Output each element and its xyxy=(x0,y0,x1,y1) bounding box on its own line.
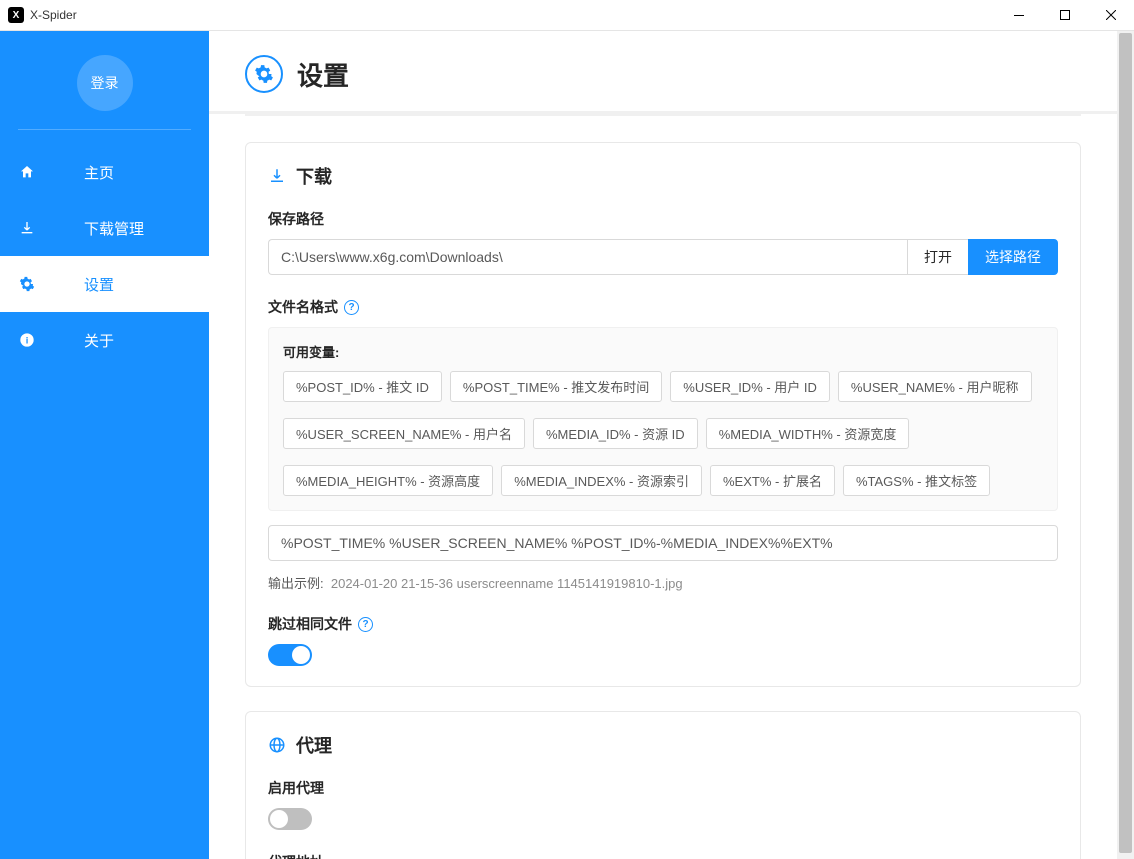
filename-format-input[interactable] xyxy=(268,525,1058,561)
help-icon[interactable]: ? xyxy=(344,300,359,315)
variable-tag[interactable]: %MEDIA_WIDTH% - 资源宽度 xyxy=(706,418,910,449)
help-icon[interactable]: ? xyxy=(358,617,373,632)
login-button[interactable]: 登录 xyxy=(77,55,133,111)
variable-tag[interactable]: %POST_ID% - 推文 ID xyxy=(283,371,442,402)
variable-tag[interactable]: %USER_ID% - 用户 ID xyxy=(670,371,830,402)
filename-format-label: 文件名格式 xyxy=(268,297,338,317)
save-path-label: 保存路径 xyxy=(268,209,1058,229)
variable-tag[interactable]: %USER_SCREEN_NAME% - 用户名 xyxy=(283,418,525,449)
sidebar-item-label: 下载管理 xyxy=(84,218,209,239)
card-title-text: 代理 xyxy=(296,732,332,758)
variable-tag[interactable]: %TAGS% - 推文标签 xyxy=(843,465,990,496)
card-title-text: 下载 xyxy=(296,163,332,189)
sidebar-item-downloads[interactable]: 下载管理 xyxy=(0,200,209,256)
content-area: 设置 下载 保存路径 打开 选择路径 文件名格式 ? xyxy=(209,31,1117,859)
info-icon: i xyxy=(18,332,36,348)
enable-proxy-toggle[interactable] xyxy=(268,808,312,830)
proxy-address-label: 代理地址 xyxy=(268,852,1058,859)
app-icon: X xyxy=(8,7,24,23)
sidebar-item-home[interactable]: 主页 xyxy=(0,144,209,200)
variable-tag[interactable]: %MEDIA_HEIGHT% - 资源高度 xyxy=(283,465,493,496)
sidebar: 登录 主页 下载管理 设置 i 关于 xyxy=(0,31,209,859)
window-title: X-Spider xyxy=(30,8,77,22)
sidebar-divider xyxy=(18,129,191,130)
variable-tag[interactable]: %USER_NAME% - 用户昵称 xyxy=(838,371,1032,402)
variable-tag[interactable]: %POST_TIME% - 推文发布时间 xyxy=(450,371,662,402)
variable-tag[interactable]: %EXT% - 扩展名 xyxy=(710,465,835,496)
scrollbar[interactable] xyxy=(1117,31,1134,859)
sidebar-item-label: 主页 xyxy=(84,162,209,183)
download-card: 下载 保存路径 打开 选择路径 文件名格式 ? 可用变量: %POST_ID% … xyxy=(245,142,1081,687)
gear-icon xyxy=(18,276,36,292)
header-divider xyxy=(245,114,1081,116)
save-path-input[interactable] xyxy=(268,239,907,275)
variables-box: 可用变量: %POST_ID% - 推文 ID %POST_TIME% - 推文发… xyxy=(268,327,1058,511)
sidebar-item-label: 关于 xyxy=(84,330,209,351)
close-button[interactable] xyxy=(1088,0,1134,31)
gear-icon xyxy=(245,55,283,93)
variable-tag[interactable]: %MEDIA_INDEX% - 资源索引 xyxy=(501,465,702,496)
download-icon xyxy=(268,167,286,185)
output-example: 输出示例: 2024-01-20 21-15-36 userscreenname… xyxy=(268,573,1058,592)
globe-icon xyxy=(268,736,286,754)
home-icon xyxy=(18,164,36,180)
minimize-button[interactable] xyxy=(996,0,1042,31)
sidebar-item-label: 设置 xyxy=(84,274,209,295)
proxy-card: 代理 启用代理 代理地址 xyxy=(245,711,1081,859)
choose-path-button[interactable]: 选择路径 xyxy=(968,239,1058,275)
download-icon xyxy=(18,220,36,236)
page-title: 设置 xyxy=(297,56,349,93)
variables-label: 可用变量: xyxy=(283,342,1043,361)
svg-text:i: i xyxy=(26,335,29,345)
sidebar-item-about[interactable]: i 关于 xyxy=(0,312,209,368)
skip-same-toggle[interactable] xyxy=(268,644,312,666)
titlebar: X X-Spider xyxy=(0,0,1134,31)
variable-tag[interactable]: %MEDIA_ID% - 资源 ID xyxy=(533,418,698,449)
open-path-button[interactable]: 打开 xyxy=(907,239,968,275)
sidebar-item-settings[interactable]: 设置 xyxy=(0,256,209,312)
skip-same-label: 跳过相同文件 xyxy=(268,614,352,634)
enable-proxy-label: 启用代理 xyxy=(268,778,1058,798)
maximize-button[interactable] xyxy=(1042,0,1088,31)
